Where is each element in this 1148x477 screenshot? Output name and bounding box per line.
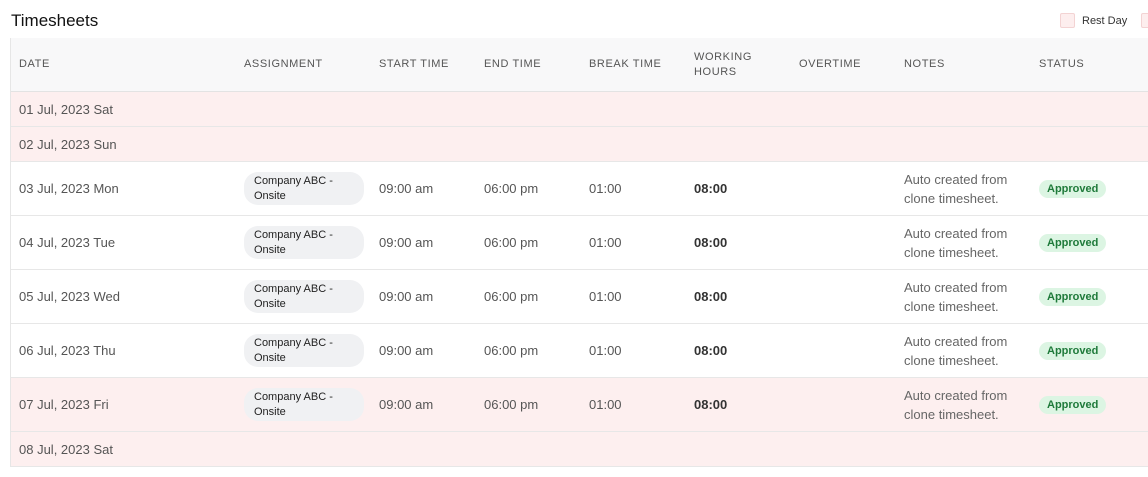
rest-day-swatch — [1060, 13, 1075, 28]
notes-cell: Auto created from clone timesheet. — [904, 162, 1024, 215]
col-assignment[interactable]: ASSIGNMENT — [244, 38, 323, 91]
col-overtime[interactable]: OVERTIME — [799, 38, 861, 91]
working-hours-cell: 08:00 — [694, 397, 728, 412]
assignment-chip[interactable]: Company ABC - Onsite — [244, 226, 364, 259]
assignment-chip[interactable]: Company ABC - Onsite — [244, 388, 364, 421]
table-row[interactable]: 02 Jul, 2023 Sun — [11, 127, 1148, 162]
start-time-cell: 09:00 am — [379, 397, 434, 412]
status-badge: Approved — [1039, 179, 1107, 198]
assignment-chip[interactable]: Company ABC - Onsite — [244, 172, 364, 205]
status-cell: Approved — [1039, 162, 1107, 215]
status-cell: Approved — [1039, 324, 1107, 377]
date-cell: 08 Jul, 2023 Sat — [19, 441, 113, 457]
assignment-cell: Company ABC - Onsite — [244, 216, 364, 269]
end-time-cell: 06:00 pm — [484, 235, 539, 250]
date-cell: 07 Jul, 2023 Fri — [19, 397, 109, 412]
notes-text: Auto created from clone timesheet. — [904, 225, 1008, 260]
date-cell: 06 Jul, 2023 Thu — [19, 343, 116, 358]
assignment-cell: Company ABC - Onsite — [244, 378, 364, 431]
col-status[interactable]: STATUS — [1039, 38, 1084, 91]
timesheet-table: DATE ASSIGNMENT START TIME END TIME BREA… — [10, 38, 1148, 467]
working-hours-cell: 08:00 — [694, 289, 728, 304]
status-badge: Approved — [1039, 287, 1107, 306]
table-row[interactable]: 01 Jul, 2023 Sat — [11, 92, 1148, 127]
status-badge: Approved — [1039, 233, 1107, 252]
break-time-cell: 01:00 — [589, 181, 622, 196]
start-time-cell: 09:00 am — [379, 343, 434, 358]
table-row[interactable]: 05 Jul, 2023 Wed Company ABC - Onsite 09:0… — [11, 270, 1148, 324]
status-badge: Approved — [1039, 341, 1107, 360]
table-row[interactable]: 07 Jul, 2023 Fri Company ABC - Onsite 09:0… — [11, 378, 1148, 432]
col-start-time[interactable]: START TIME — [379, 38, 449, 91]
date-cell: 04 Jul, 2023 Tue — [19, 235, 116, 250]
col-end-time[interactable]: END TIME — [484, 38, 541, 91]
assignment-cell: Company ABC - Onsite — [244, 324, 364, 377]
assignment-cell: Company ABC - Onsite — [244, 162, 364, 215]
working-hours-cell: 08:00 — [694, 343, 728, 358]
status-cell: Approved — [1039, 270, 1107, 323]
status-cell: Approved — [1039, 378, 1107, 431]
notes-text: Auto created from clone timesheet. — [904, 387, 1008, 422]
notes-text: Auto created from clone timesheet. — [904, 171, 1008, 206]
status-cell: Approved — [1039, 216, 1107, 269]
assignment-cell: Company ABC - Onsite — [244, 270, 364, 323]
start-time-cell: 09:00 am — [379, 235, 434, 250]
end-time-cell: 06:00 pm — [484, 397, 539, 412]
break-time-cell: 01:00 — [589, 235, 622, 250]
table-row[interactable]: 06 Jul, 2023 Thu Company ABC - Onsite 09:0… — [11, 324, 1148, 378]
status-badge: Approved — [1039, 395, 1107, 414]
table-row[interactable]: 08 Jul, 2023 Sat — [11, 432, 1148, 467]
legend: Rest Day — [1060, 13, 1148, 28]
assignment-chip[interactable]: Company ABC - Onsite — [244, 280, 364, 313]
date-cell: 05 Jul, 2023 Wed — [19, 289, 120, 304]
notes-text: Auto created from clone timesheet. — [904, 333, 1008, 368]
notes-cell: Auto created from clone timesheet. — [904, 324, 1024, 377]
end-time-cell: 06:00 pm — [484, 181, 539, 196]
page-title: Timesheets — [11, 11, 99, 30]
legend-swatch-2 — [1141, 13, 1148, 28]
notes-cell: Auto created from clone timesheet. — [904, 216, 1024, 269]
start-time-cell: 09:00 am — [379, 289, 434, 304]
end-time-cell: 06:00 pm — [484, 343, 539, 358]
rest-day-label: Rest Day — [1082, 14, 1128, 27]
start-time-cell: 09:00 am — [379, 181, 434, 196]
notes-text: Auto created from clone timesheet. — [904, 279, 1008, 314]
col-working-hours[interactable]: WORKING HOURS — [694, 38, 764, 91]
break-time-cell: 01:00 — [589, 397, 622, 412]
working-hours-cell: 08:00 — [694, 235, 728, 250]
notes-cell: Auto created from clone timesheet. — [904, 378, 1024, 431]
break-time-cell: 01:00 — [589, 289, 622, 304]
table-header: DATE ASSIGNMENT START TIME END TIME BREA… — [11, 38, 1148, 92]
col-notes[interactable]: NOTES — [904, 38, 945, 91]
break-time-cell: 01:00 — [589, 343, 622, 358]
date-cell: 01 Jul, 2023 Sat — [19, 101, 113, 117]
working-hours-cell: 08:00 — [694, 181, 728, 196]
col-break-time[interactable]: BREAK TIME — [589, 38, 661, 91]
table-row[interactable]: 04 Jul, 2023 Tue Company ABC - Onsite 09:0… — [11, 216, 1148, 270]
end-time-cell: 06:00 pm — [484, 289, 539, 304]
date-cell: 02 Jul, 2023 Sun — [19, 136, 117, 152]
date-cell: 03 Jul, 2023 Mon — [19, 181, 119, 196]
notes-cell: Auto created from clone timesheet. — [904, 270, 1024, 323]
col-date[interactable]: DATE — [19, 38, 50, 91]
table-body: 01 Jul, 2023 Sat 02 Jul, 2023 Sun 03 Jul, … — [11, 92, 1148, 467]
assignment-chip[interactable]: Company ABC - Onsite — [244, 334, 364, 367]
table-row[interactable]: 03 Jul, 2023 Mon Company ABC - Onsite 09:0… — [11, 162, 1148, 216]
